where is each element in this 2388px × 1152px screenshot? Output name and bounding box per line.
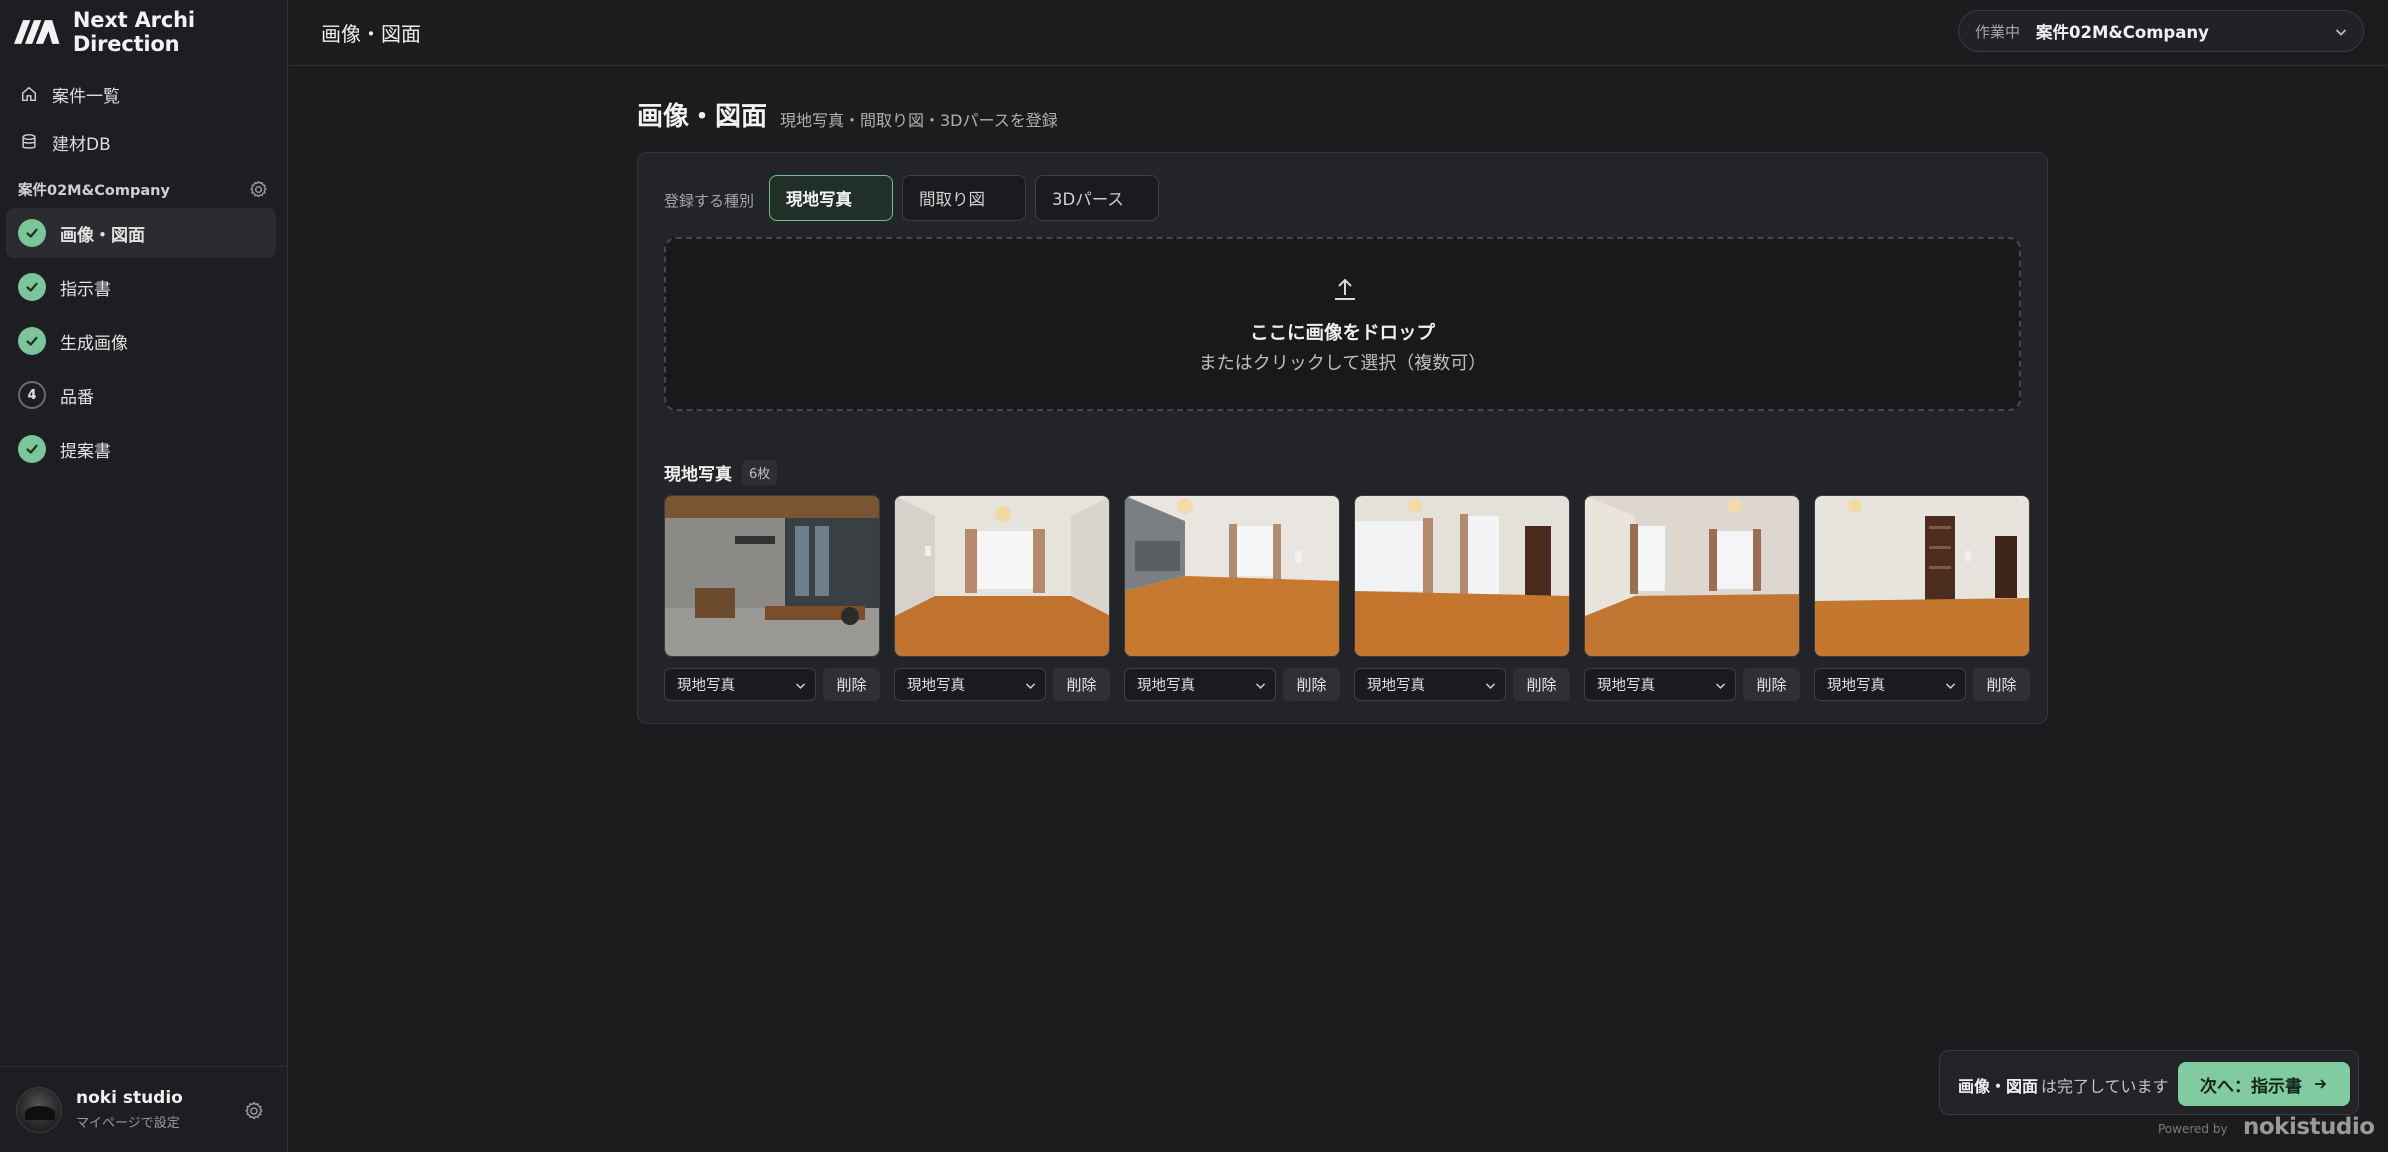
project-name: 案件02M&Company [18, 182, 170, 199]
photo-room-corner-image [1585, 496, 1799, 656]
photo-office-image [665, 496, 879, 656]
step-generated-images[interactable]: 生成画像 [6, 316, 276, 366]
photo-thumbnail[interactable] [1814, 495, 2030, 657]
chevron-down-icon [1945, 683, 1956, 689]
workflow-steps: 画像・図面 指示書 生成画像 4 品番 提案書 [6, 208, 276, 478]
powered-by-logo: nokistudio [2243, 1114, 2375, 1140]
step-label: 生成画像 [60, 333, 128, 354]
header-title: 画像・図面 [321, 22, 421, 46]
photo-thumbnail[interactable] [1124, 495, 1340, 657]
photo-delete-button[interactable]: 削除 [1283, 668, 1340, 701]
brand-logo[interactable]: Next Archi Direction [14, 8, 287, 56]
photo-type-select[interactable]: 現地写真 [664, 668, 816, 701]
upload-icon [1335, 278, 1355, 300]
photo-delete-button[interactable]: 削除 [1973, 668, 2030, 701]
photo-thumbnail[interactable] [894, 495, 1110, 657]
home-icon [21, 86, 37, 102]
top-header: 画像・図面 作業中 案件02M&Company [289, 0, 2388, 66]
gear-icon[interactable] [244, 1101, 264, 1121]
photo-kitchen-image [1125, 496, 1339, 656]
gallery-count-badge: 6枚 [742, 460, 778, 485]
user-name: noki studio [76, 1088, 183, 1108]
nav-projects[interactable]: 案件一覧 [0, 70, 288, 118]
next-step-label: 次へ：指示書 [2200, 1076, 2302, 1097]
type-floor-plan-button[interactable]: 間取り図 [902, 175, 1026, 221]
powered-by-text: Powered by [2158, 1122, 2228, 1136]
step-instructions[interactable]: 指示書 [6, 262, 276, 312]
avatar [16, 1086, 62, 1133]
check-icon [18, 273, 46, 301]
user-profile[interactable]: noki studio マイページで設定 [0, 1066, 288, 1152]
type-3d-perspective-button[interactable]: 3Dパース [1035, 175, 1159, 221]
image-dropzone[interactable]: ここに画像をドロップ またはクリックして選択（複数可） [664, 237, 2021, 411]
chevron-down-icon [2335, 29, 2347, 36]
photo-room-shelf-image [1815, 496, 2029, 656]
check-icon [18, 219, 46, 247]
settings-gear-icon[interactable] [249, 180, 268, 199]
chevron-down-icon [1025, 683, 1036, 689]
photo-delete-button[interactable]: 削除 [1743, 668, 1800, 701]
photo-delete-button[interactable]: 削除 [823, 668, 880, 701]
dropzone-subtitle: またはクリックして選択（複数可） [1198, 353, 1487, 374]
photo-type-value: 現地写真 [907, 678, 965, 694]
toast-message: は完了しています [2041, 1077, 2169, 1096]
chevron-down-icon [1715, 683, 1726, 689]
photo-type-value: 現地写真 [677, 678, 735, 694]
step-proposal[interactable]: 提案書 [6, 424, 276, 474]
photo-thumbnail[interactable] [1354, 495, 1570, 657]
photo-thumbnail[interactable] [664, 495, 880, 657]
next-step-button[interactable]: 次へ：指示書 [2178, 1062, 2350, 1106]
database-icon [22, 134, 36, 149]
photo-delete-button[interactable]: 削除 [1053, 668, 1110, 701]
type-label: 登録する種別 [664, 192, 755, 210]
completion-toast: 画像・図面 は完了しています 次へ：指示書 [1939, 1050, 2359, 1115]
photo-room-image [895, 496, 1109, 656]
brand-name: Next Archi Direction [72, 8, 195, 56]
sidebar: Next Archi Direction 案件一覧 建材DB 案件02M&Com… [0, 0, 288, 1152]
photo-type-select[interactable]: 現地写真 [1124, 668, 1276, 701]
user-settings-hint: マイページで設定 [76, 1116, 180, 1131]
step-number-badge: 4 [18, 381, 46, 409]
photo-thumbnail[interactable] [1584, 495, 1800, 657]
page-subtitle: 現地写真・間取り図・3Dパースを登録 [780, 111, 1058, 130]
dropzone-title: ここに画像をドロップ [1249, 323, 1435, 344]
photo-type-value: 現地写真 [1367, 678, 1425, 694]
chevron-down-icon [1485, 683, 1496, 689]
photo-type-select[interactable]: 現地写真 [1814, 668, 1966, 701]
workspace-value: 案件02M&Company [2036, 23, 2209, 42]
check-icon [18, 327, 46, 355]
project-header: 案件02M&Company [18, 176, 268, 202]
upload-card: 登録する種別 現地写真 間取り図 3Dパース ここに画像をドロップ またはクリッ… [637, 152, 2048, 724]
type-site-photo-button[interactable]: 現地写真 [769, 175, 893, 221]
workspace-selector[interactable]: 作業中 案件02M&Company [1958, 10, 2364, 52]
arrow-right-icon [2315, 1079, 2327, 1089]
photo-type-select[interactable]: 現地写真 [894, 668, 1046, 701]
page-title: 画像・図面 [637, 102, 768, 132]
step-label: 指示書 [60, 279, 111, 300]
photo-type-select[interactable]: 現地写真 [1584, 668, 1736, 701]
photo-type-value: 現地写真 [1597, 678, 1655, 694]
photo-delete-button[interactable]: 削除 [1513, 668, 1570, 701]
gallery-title: 現地写真 [664, 465, 732, 485]
step-images-drawings[interactable]: 画像・図面 [6, 208, 276, 258]
gallery-header: 現地写真 6枚 [664, 460, 778, 485]
photo-room-door-image [1355, 496, 1569, 656]
toast-step-name: 画像・図面 [1958, 1077, 2039, 1096]
photo-type-select[interactable]: 現地写真 [1354, 668, 1506, 701]
step-product-codes[interactable]: 4 品番 [6, 370, 276, 420]
step-label: 提案書 [60, 441, 111, 462]
photo-type-value: 現地写真 [1827, 678, 1885, 694]
photo-type-value: 現地写真 [1137, 678, 1195, 694]
nav-projects-label: 案件一覧 [52, 86, 120, 107]
workspace-label: 作業中 [1975, 22, 2021, 41]
step-label: 画像・図面 [60, 225, 145, 246]
nav-materials-db[interactable]: 建材DB [0, 118, 288, 166]
step-label: 品番 [60, 387, 94, 408]
brand-mark-icon [14, 20, 60, 44]
nav-materials-label: 建材DB [52, 134, 111, 155]
chevron-down-icon [795, 683, 806, 689]
check-icon [18, 435, 46, 463]
chevron-down-icon [1255, 683, 1266, 689]
main-nav: 案件一覧 建材DB [0, 70, 288, 166]
